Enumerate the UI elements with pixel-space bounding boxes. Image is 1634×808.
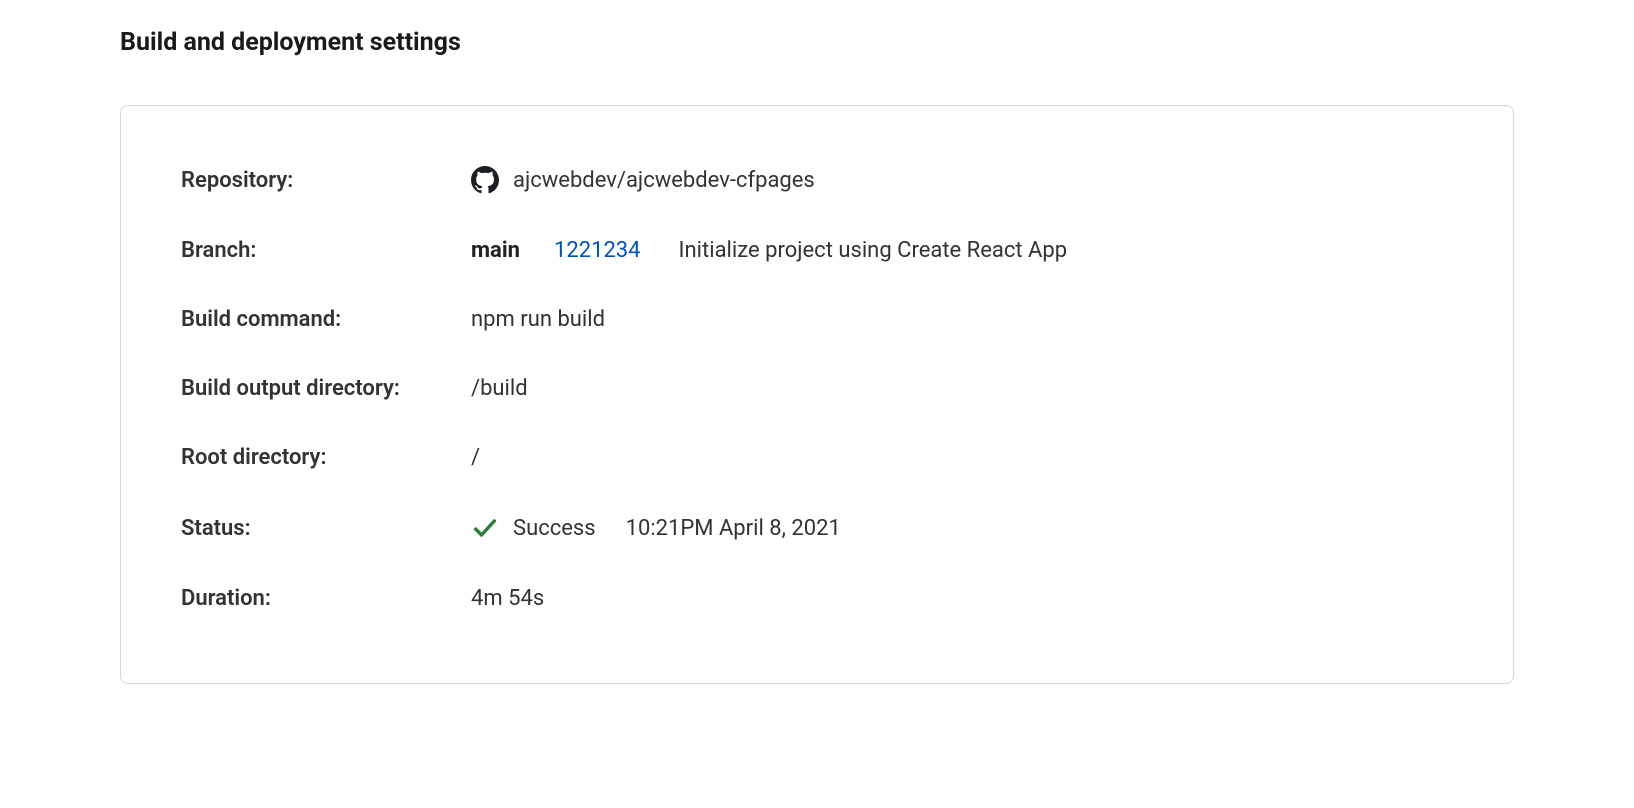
branch-label: Branch: [181, 238, 471, 263]
build-command-text: npm run build [471, 307, 605, 332]
status-text: Success [513, 516, 596, 541]
root-directory-text: / [471, 445, 480, 470]
duration-label: Duration: [181, 586, 471, 611]
settings-card: Repository: ajcwebdev/ajcwebdev-cfpages … [120, 105, 1514, 684]
repository-label: Repository: [181, 168, 471, 193]
repository-row: Repository: ajcwebdev/ajcwebdev-cfpages [181, 166, 1453, 194]
build-command-label: Build command: [181, 307, 471, 332]
build-output-row: Build output directory: /build [181, 376, 1453, 401]
section-title: Build and deployment settings [120, 28, 1514, 57]
branch-name: main [471, 238, 520, 263]
build-command-row: Build command: npm run build [181, 307, 1453, 332]
checkmark-icon [471, 514, 499, 542]
build-output-value: /build [471, 376, 528, 401]
github-icon [471, 166, 499, 194]
branch-value: main 1221234 Initialize project using Cr… [471, 238, 1067, 263]
repository-name[interactable]: ajcwebdev/ajcwebdev-cfpages [513, 168, 815, 193]
duration-text: 4m 54s [471, 586, 544, 611]
status-row: Status: Success 10:21PM April 8, 2021 [181, 514, 1453, 542]
build-output-label: Build output directory: [181, 376, 471, 401]
duration-row: Duration: 4m 54s [181, 586, 1453, 611]
root-directory-label: Root directory: [181, 445, 471, 470]
root-directory-row: Root directory: / [181, 445, 1453, 470]
status-label: Status: [181, 516, 471, 541]
root-directory-value: / [471, 445, 480, 470]
duration-value: 4m 54s [471, 586, 544, 611]
commit-hash-link[interactable]: 1221234 [554, 238, 641, 263]
build-output-text: /build [471, 376, 528, 401]
status-timestamp: 10:21PM April 8, 2021 [626, 516, 841, 541]
repository-value: ajcwebdev/ajcwebdev-cfpages [471, 166, 815, 194]
build-command-value: npm run build [471, 307, 605, 332]
commit-message: Initialize project using Create React Ap… [679, 238, 1068, 263]
branch-row: Branch: main 1221234 Initialize project … [181, 238, 1453, 263]
status-value: Success 10:21PM April 8, 2021 [471, 514, 841, 542]
